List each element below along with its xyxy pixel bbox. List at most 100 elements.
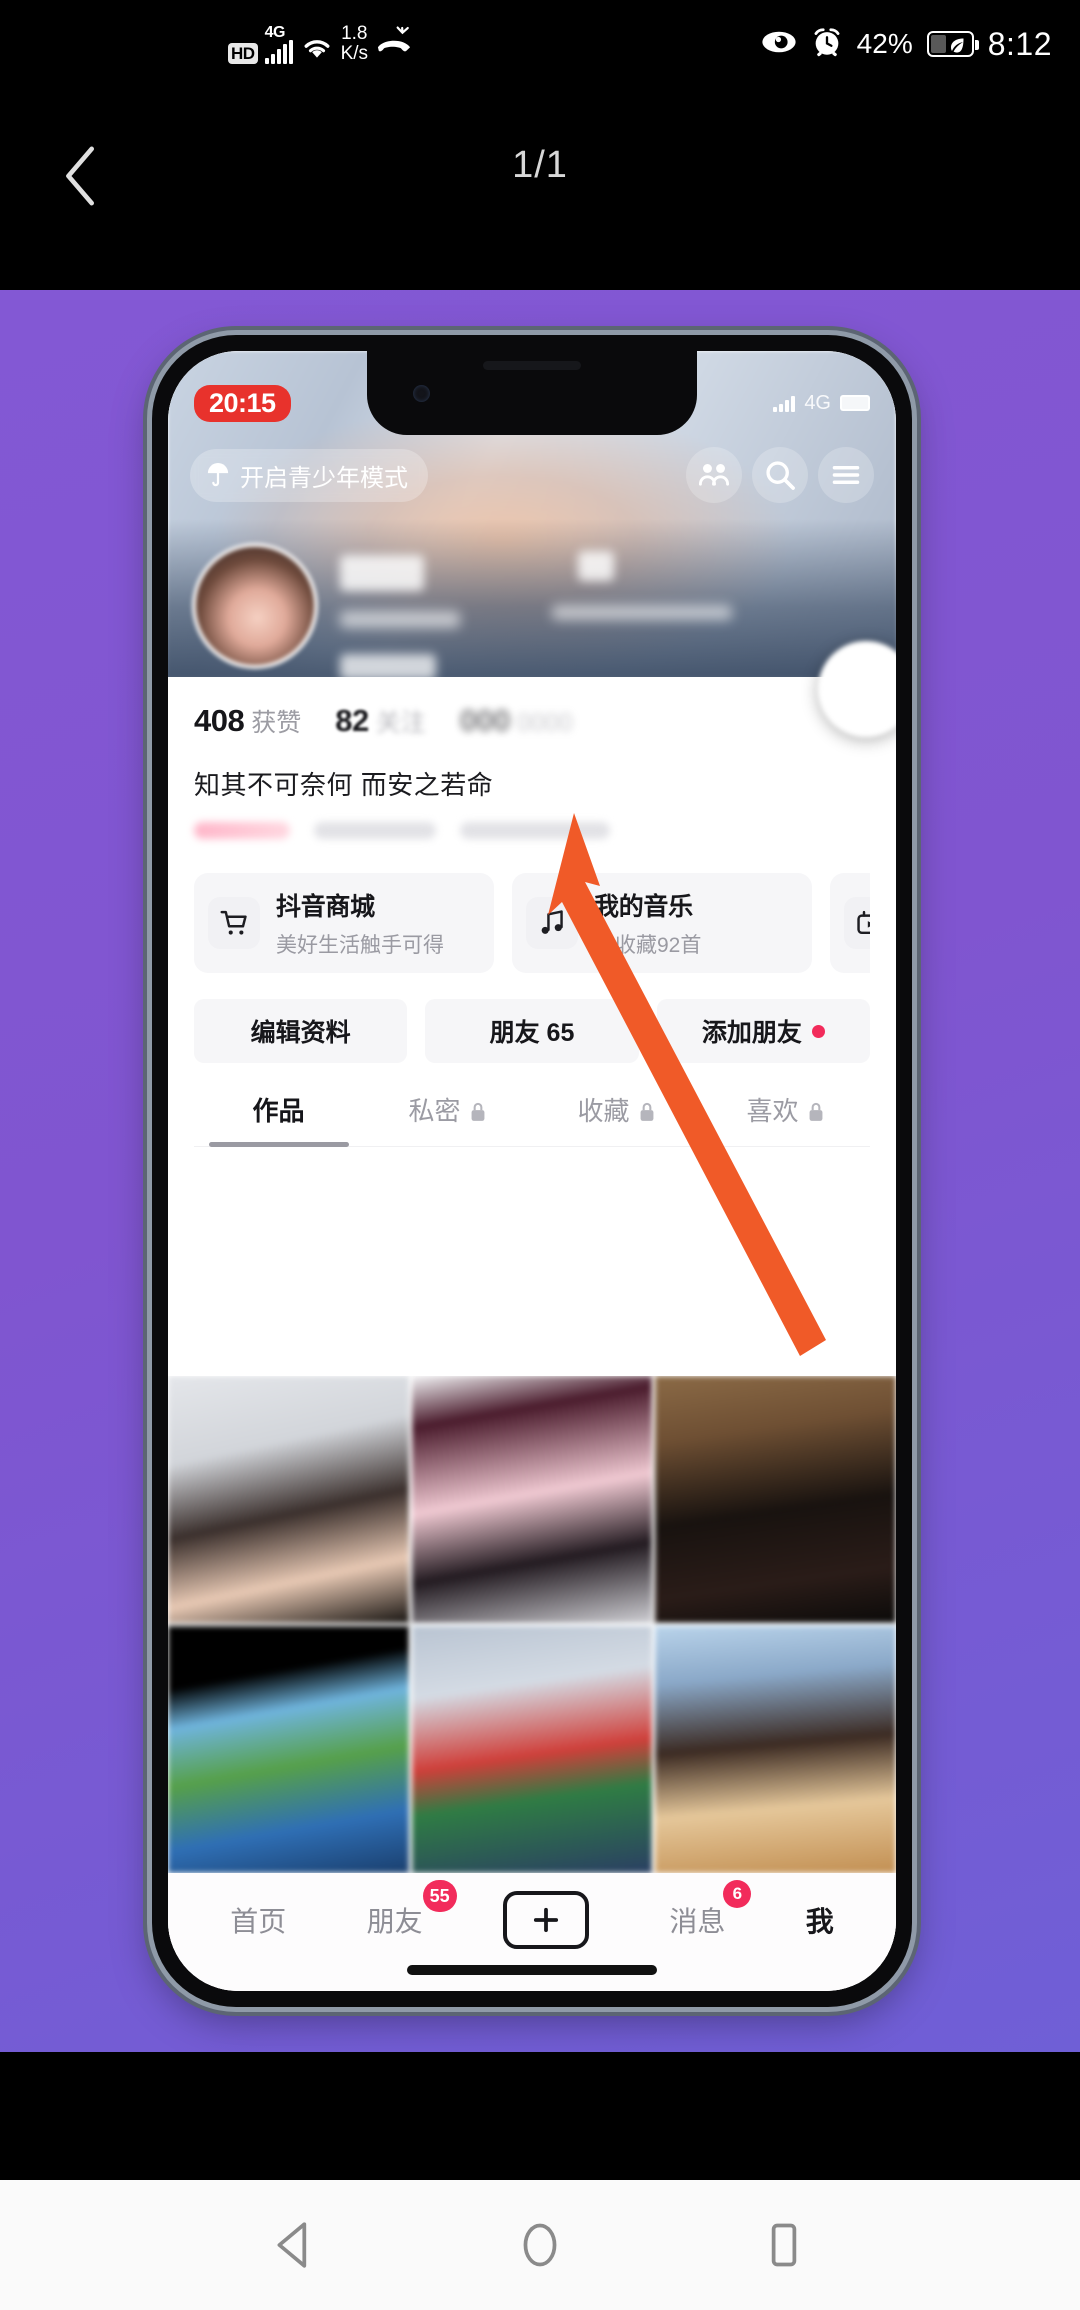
signal-bars-icon — [264, 40, 293, 64]
network-speed-indicator: 1.8 K/s — [341, 24, 368, 64]
stat-following-label: 关注 — [375, 709, 426, 737]
phone-notch — [367, 351, 697, 435]
search-icon[interactable] — [752, 447, 808, 503]
page-indicator: 1/1 — [512, 143, 568, 186]
phone-screen: 20:15 4G 开启青少年模式 408 获赞 82 关注 000 0000 知… — [168, 351, 896, 1991]
battery-percent-label: 42% — [856, 28, 913, 59]
tab-likes[interactable]: 喜欢 — [701, 1091, 870, 1146]
add-friend-label: 添加朋友 — [701, 1019, 802, 1047]
friends-count-label: 朋友 65 — [489, 1019, 575, 1047]
nav-friends-label: 朋友 — [366, 1906, 423, 1937]
battery-icon — [840, 395, 870, 411]
hamburger-menu-icon[interactable] — [818, 447, 874, 503]
tab-collections[interactable]: 收藏 — [532, 1091, 701, 1146]
video-thumbnail[interactable] — [411, 1626, 653, 1873]
ip-location-redacted — [552, 605, 732, 620]
video-thumbnail[interactable] — [655, 1376, 896, 1623]
hd-icon: HD — [228, 43, 258, 64]
lock-icon — [469, 1099, 487, 1121]
tab-private-label: 私密 — [408, 1096, 461, 1126]
tab-private[interactable]: 私密 — [363, 1091, 532, 1146]
signal-icon: 4G — [264, 24, 293, 64]
shortcut-douyin-mall[interactable]: 抖音商城 美好生活触手可得 — [194, 873, 494, 973]
top-bar-icons — [686, 447, 874, 503]
eye-comfort-icon — [761, 29, 797, 60]
profile-shortcut-row: 抖音商城 美好生活触手可得 我的音乐 已收藏92首 — [194, 873, 870, 973]
profile-identity-row — [192, 543, 872, 680]
create-post-button[interactable] — [502, 1891, 589, 1949]
video-thumbnail[interactable] — [411, 1376, 653, 1623]
nav-home[interactable]: 首页 — [230, 1900, 286, 1940]
add-friend-button[interactable]: 添加朋友 — [656, 999, 870, 1063]
shortcut-watch-history[interactable]: 历 全 — [830, 873, 870, 973]
alarm-clock-icon — [811, 26, 843, 63]
nav-friends[interactable]: 朋友 55 — [366, 1880, 457, 1940]
tab-works[interactable]: 作品 — [194, 1091, 363, 1146]
tab-works-label: 作品 — [252, 1096, 305, 1126]
android-status-bar: HD 4G 1.8 K/s 42% 8:12 — [0, 0, 1080, 88]
network-type-label: 4G — [804, 391, 831, 414]
stat-following[interactable]: 82 关注 — [335, 703, 426, 739]
missed-call-icon — [375, 25, 413, 60]
shortcut-text: 抖音商城 美好生活触手可得 — [276, 887, 444, 959]
status-bar-right: 42% 8:12 — [761, 26, 1052, 63]
front-camera — [413, 385, 430, 402]
teen-mode-label: 开启青少年模式 — [240, 464, 408, 492]
home-indicator-bar — [407, 1965, 657, 1975]
net-speed-unit: K/s — [340, 43, 369, 64]
screenshot-root: HD 4G 1.8 K/s 42% 8:12 1/1 20:15 4G 开启青少… — [0, 0, 1080, 2310]
nav-messages[interactable]: 消息 6 — [669, 1880, 752, 1940]
battery-icon — [926, 31, 979, 57]
shortcut-title: 抖音商城 — [276, 893, 375, 921]
nav-messages-label: 消息 — [669, 1906, 726, 1937]
avatar[interactable] — [192, 543, 318, 669]
profile-stats-row: 408 获赞 82 关注 000 0000 — [194, 703, 870, 739]
video-thumbnail[interactable] — [168, 1376, 409, 1623]
edit-profile-label: 编辑资料 — [250, 1019, 351, 1047]
douyin-id-redacted — [340, 611, 460, 628]
android-navigation-bar — [0, 2180, 1080, 2310]
edit-profile-button[interactable]: 编辑资料 — [194, 999, 408, 1063]
back-button[interactable] — [62, 145, 102, 206]
profile-tag-redacted — [314, 822, 436, 839]
home-circle-icon[interactable] — [513, 2218, 567, 2272]
video-thumbnail[interactable] — [168, 1626, 409, 1873]
network-type-label: 4G — [264, 24, 286, 41]
shortcut-my-music[interactable]: 我的音乐 已收藏92首 — [512, 873, 812, 973]
video-thumbnail[interactable] — [655, 1626, 896, 1873]
profile-top-bar: 开启青少年模式 — [168, 447, 896, 503]
video-history-icon — [844, 897, 870, 949]
earpiece-speaker — [483, 361, 581, 370]
stat-likes[interactable]: 408 获赞 — [194, 703, 301, 739]
nav-home-label: 首页 — [230, 1906, 287, 1937]
clock-label: 8:12 — [987, 25, 1052, 62]
back-triangle-icon[interactable] — [269, 2218, 323, 2272]
shopping-cart-icon — [208, 897, 260, 949]
wifi-icon — [300, 34, 334, 65]
nav-me[interactable]: 我 — [806, 1900, 834, 1940]
recording-time-badge: 20:15 — [194, 384, 291, 422]
image-content-area[interactable]: 20:15 4G 开启青少年模式 408 获赞 82 关注 000 0000 知… — [0, 290, 1080, 2052]
profile-tab-bar: 作品 私密 收藏 喜欢 — [194, 1091, 870, 1147]
stat-followers-redacted[interactable]: 000 0000 — [460, 703, 573, 739]
friends-icon[interactable] — [686, 447, 742, 503]
nav-me-label: 我 — [805, 1906, 834, 1937]
power-saving-leaf-icon — [950, 38, 964, 53]
tab-likes-label: 喜欢 — [746, 1096, 799, 1126]
profile-bio: 知其不可奈何 而安之若命 — [194, 770, 494, 800]
recents-square-icon[interactable] — [757, 2218, 811, 2272]
notification-dot-icon — [811, 1024, 825, 1038]
app-status-right: 4G — [773, 392, 870, 415]
profile-tag-row — [194, 822, 870, 839]
umbrella-shield-icon — [207, 463, 229, 487]
profile-name-block — [340, 543, 872, 680]
profile-details: 408 获赞 82 关注 000 0000 知其不可奈何 而安之若命 抖音商城 … — [168, 677, 896, 1147]
friends-count-button[interactable]: 朋友 65 — [425, 999, 639, 1063]
stat-likes-label: 获赞 — [251, 709, 302, 737]
profile-tag-redacted — [460, 822, 610, 839]
teen-mode-button[interactable]: 开启青少年模式 — [190, 448, 428, 502]
video-grid — [168, 1376, 896, 1873]
stat-likes-value: 408 — [194, 703, 245, 738]
phone-mockup-frame: 20:15 4G 开启青少年模式 408 获赞 82 关注 000 0000 知… — [152, 335, 912, 2007]
shortcut-subtitle: 已收藏92首 — [594, 934, 702, 957]
